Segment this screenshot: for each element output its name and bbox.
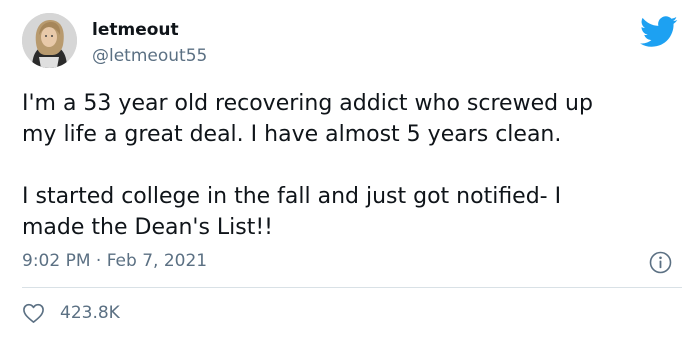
tweet-line: I'm a 53 year old recovering addict who … (22, 91, 593, 116)
tweet-line: my life a great deal. I have almost 5 ye… (22, 122, 562, 147)
user-handle[interactable]: @letmeout55 (92, 46, 207, 66)
avatar-photo (22, 13, 77, 68)
like-count: 423.8K (60, 303, 120, 323)
tweet-line: made the Dean's List!! (22, 215, 274, 240)
tweet-paragraph: I'm a 53 year old recovering addict who … (22, 88, 682, 150)
divider (22, 287, 682, 288)
tweet-line: I started college in the fall and just g… (22, 184, 562, 209)
twitter-bird-icon[interactable] (640, 16, 678, 48)
tweet-paragraph: I started college in the fall and just g… (22, 181, 682, 243)
display-name[interactable]: letmeout (92, 20, 179, 40)
tweet-card: letmeout @letmeout55 I'm a 53 year old r… (0, 0, 700, 341)
heart-icon[interactable] (22, 302, 45, 324)
tweet-meta: 9:02 PM · Feb 7, 2021 (22, 251, 682, 275)
tweet-timestamp[interactable]: 9:02 PM · Feb 7, 2021 (22, 251, 207, 271)
avatar[interactable] (22, 13, 77, 68)
tweet-text: I'm a 53 year old recovering addict who … (22, 88, 682, 243)
info-icon[interactable] (649, 251, 672, 274)
